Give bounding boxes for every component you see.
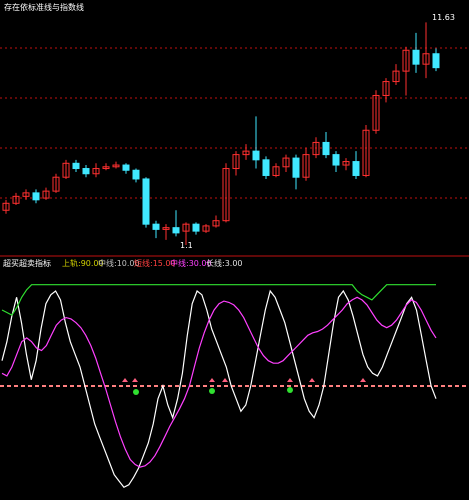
green-dot-1 [209,388,215,394]
candle-body-12 [122,164,130,171]
arrow-marker-6 [360,378,366,382]
candle-body-17 [172,227,180,234]
green-dot-0 [133,389,139,395]
panel-title: 存在依标准线与指数线 [4,2,84,12]
candle-body-29 [292,157,300,178]
arrow-marker-1 [132,378,138,382]
price-panel-grid [0,47,469,199]
candle-body-19 [192,223,200,232]
arrow-marker-4 [287,378,293,382]
candle-body-8 [82,168,90,175]
candle-body-43 [432,53,440,69]
candlestick-series [2,22,440,246]
candle-body-7 [72,162,80,170]
arrow-marker-0 [122,378,128,382]
candle-body-35 [352,161,360,176]
candle-body-26 [262,159,270,176]
candle-body-13 [132,169,140,180]
arrow-marker-3 [222,378,228,382]
indicator-value-4: 长线:3.00 [206,258,243,268]
candle-body-14 [142,178,150,225]
candle-body-32 [322,141,330,156]
arrow-marker-5 [309,378,315,382]
green-dot-2 [287,387,293,393]
high-price-label: 11.63 [432,13,455,22]
chart-area[interactable]: 存在依标准线与指数线 11.63 1.1 超买超卖指标 上轨:90.00中线:1… [0,0,469,500]
candle-body-33 [332,154,340,166]
candle-body-25 [252,150,260,161]
candle-body-41 [412,49,420,65]
indicator-line-white [1,289,437,489]
indicator-header: 超买超卖指标 上轨:90.00中线:10.00短线:15.00中线:30.00长… [3,258,243,268]
indicator-name: 超买超卖指标 [3,258,51,268]
indicator-line-magenta [1,296,437,468]
low-price-label: 1.1 [180,241,193,250]
candle-body-15 [152,223,160,230]
arrow-marker-2 [209,378,215,382]
candle-body-3 [32,192,40,201]
